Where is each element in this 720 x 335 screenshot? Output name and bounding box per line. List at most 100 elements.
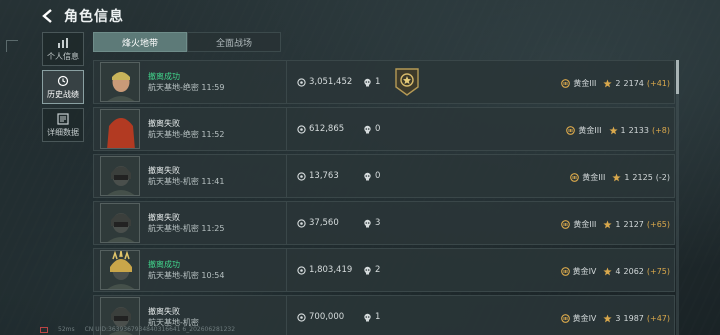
coin-icon bbox=[297, 124, 306, 134]
sidebar-item-label: 详细数据 bbox=[47, 127, 79, 137]
tier-name: 黄金III bbox=[582, 172, 606, 182]
score-change: (-2) bbox=[655, 172, 670, 182]
rank-info: 黄金III 1 2125 (-2) bbox=[570, 155, 670, 199]
rank-score: 1987 bbox=[623, 313, 644, 323]
kill-count: 0 bbox=[375, 124, 381, 134]
star-count: 1 bbox=[615, 219, 621, 229]
sidebar-item-history[interactable]: 历史战绩 bbox=[42, 70, 84, 104]
tab-beacon-zone[interactable]: 烽火地带 bbox=[93, 32, 187, 52]
rank-info: 黄金III 1 2127 (+65) bbox=[561, 202, 670, 246]
tier-name: 黄金IV bbox=[572, 266, 597, 276]
loot-value: 37,560 bbox=[309, 218, 339, 228]
coin-icon bbox=[297, 265, 306, 275]
mode-tabs: 烽火地带 全面战场 bbox=[93, 32, 281, 52]
ping-text: 52ms bbox=[58, 326, 75, 333]
extraction-result: 撤离成功 bbox=[148, 71, 180, 81]
sidebar-item-profile[interactable]: 个人信息 bbox=[42, 32, 84, 66]
tab-full-battlefield[interactable]: 全面战场 bbox=[187, 32, 281, 52]
skull-icon bbox=[364, 172, 371, 180]
header: 角色信息 bbox=[40, 6, 124, 26]
badge-medal-icon bbox=[395, 68, 420, 96]
scrollbar-thumb[interactable] bbox=[676, 60, 679, 94]
sidebar-item-details[interactable]: 详细数据 bbox=[42, 108, 84, 142]
map-and-time: 航天基地-绝密 11:59 bbox=[148, 82, 225, 92]
match-record-row[interactable]: 撤离失败 航天基地-机密 11:41 13,763 0 黄金III 1 2125 (-2) bbox=[93, 154, 675, 198]
score-change: (+65) bbox=[646, 219, 670, 229]
coin-icon bbox=[297, 312, 306, 322]
operator-avatar bbox=[100, 203, 140, 243]
star-count: 4 bbox=[615, 266, 621, 276]
sidebar-item-label: 个人信息 bbox=[47, 51, 79, 61]
match-record-row[interactable]: 撤离失败 航天基地-绝密 11:52 612,865 0 黄金III 1 2133 (+8) bbox=[93, 107, 675, 151]
scrollbar[interactable] bbox=[676, 60, 679, 335]
match-record-row[interactable]: 撤离失败 航天基地-机密 11:25 37,560 3 黄金III 1 2127 (+65) bbox=[93, 201, 675, 245]
operator-avatar bbox=[100, 109, 140, 149]
skull-icon bbox=[364, 125, 371, 133]
kill-count: 2 bbox=[375, 265, 381, 275]
star-icon bbox=[603, 314, 613, 322]
sidebar: 个人信息 历史战绩 详细数据 bbox=[42, 32, 84, 146]
tier-name: 黄金IV bbox=[572, 313, 597, 323]
record-indicator-icon bbox=[40, 326, 48, 333]
loot-value: 3,051,452 bbox=[309, 77, 353, 87]
tier-badge-icon bbox=[560, 313, 570, 323]
tier-badge-icon bbox=[566, 125, 576, 135]
operator-avatar bbox=[100, 62, 140, 102]
score-change: (+75) bbox=[646, 266, 670, 276]
tier-name: 黄金III bbox=[573, 219, 597, 229]
kill-count: 1 bbox=[375, 312, 381, 322]
tier-name: 黄金III bbox=[578, 125, 602, 135]
star-count: 1 bbox=[624, 172, 630, 182]
bar-chart-icon bbox=[58, 37, 68, 48]
data-icon bbox=[57, 112, 69, 125]
extraction-result: 撤离失败 bbox=[148, 306, 180, 316]
tier-badge-icon bbox=[561, 219, 571, 229]
score-change: (+41) bbox=[646, 78, 670, 88]
extraction-result: 撤离成功 bbox=[148, 259, 180, 269]
coin-icon bbox=[297, 77, 306, 87]
rank-score: 2127 bbox=[623, 219, 644, 229]
corner-decoration bbox=[6, 40, 18, 52]
operator-avatar bbox=[100, 250, 140, 290]
map-and-time: 航天基地-机密 10:54 bbox=[148, 270, 225, 280]
extraction-result: 撤离失败 bbox=[148, 165, 180, 175]
loot-value: 612,865 bbox=[309, 124, 345, 134]
star-icon bbox=[603, 267, 613, 275]
coin-icon bbox=[297, 171, 306, 181]
match-record-row[interactable]: 撤离成功 航天基地-绝密 11:59 3,051,452 1 黄金III 2 2174 (+4… bbox=[93, 60, 675, 104]
star-icon bbox=[612, 173, 621, 181]
map-and-time: 航天基地-绝密 11:52 bbox=[148, 129, 225, 139]
match-record-row[interactable]: 撤离成功 航天基地-机密 10:54 1,803,419 2 黄金IV 4 2062 (+75… bbox=[93, 248, 675, 292]
tier-name: 黄金III bbox=[573, 78, 597, 88]
score-change: (+47) bbox=[646, 313, 670, 323]
rank-info: 黄金III 1 2133 (+8) bbox=[566, 108, 670, 152]
rank-score: 2125 bbox=[632, 172, 653, 182]
rank-info: 黄金III 2 2174 (+41) bbox=[561, 61, 670, 105]
back-arrow-icon[interactable] bbox=[40, 8, 56, 24]
rank-info: 黄金IV 3 1987 (+47) bbox=[560, 296, 670, 335]
kill-count: 0 bbox=[375, 171, 381, 181]
coin-icon bbox=[297, 218, 306, 228]
score-change: (+8) bbox=[651, 125, 670, 135]
rank-score: 2062 bbox=[623, 266, 644, 276]
loot-value: 1,803,419 bbox=[309, 265, 353, 275]
skull-icon bbox=[364, 266, 371, 274]
loot-value: 700,000 bbox=[309, 312, 345, 322]
star-count: 3 bbox=[615, 313, 621, 323]
extraction-result: 撤离失败 bbox=[148, 212, 180, 222]
map-and-time: 航天基地-机密 11:41 bbox=[148, 176, 225, 186]
sidebar-item-label: 历史战绩 bbox=[47, 89, 79, 99]
tier-badge-icon bbox=[561, 78, 571, 88]
star-icon bbox=[603, 220, 613, 228]
loot-value: 13,763 bbox=[309, 171, 339, 181]
map-and-time: 航天基地-机密 11:25 bbox=[148, 223, 225, 233]
rank-score: 2133 bbox=[628, 125, 649, 135]
rank-score: 2174 bbox=[623, 78, 644, 88]
operator-avatar bbox=[100, 156, 140, 196]
skull-icon bbox=[364, 313, 371, 321]
match-history-list[interactable]: 撤离成功 航天基地-绝密 11:59 3,051,452 1 黄金III 2 2174 (+4… bbox=[93, 60, 675, 335]
page-title: 角色信息 bbox=[64, 9, 124, 25]
uid-text: CN UID:3639367934840316641 6_20260628123… bbox=[84, 326, 236, 333]
star-icon bbox=[608, 126, 618, 134]
skull-icon bbox=[364, 78, 371, 86]
